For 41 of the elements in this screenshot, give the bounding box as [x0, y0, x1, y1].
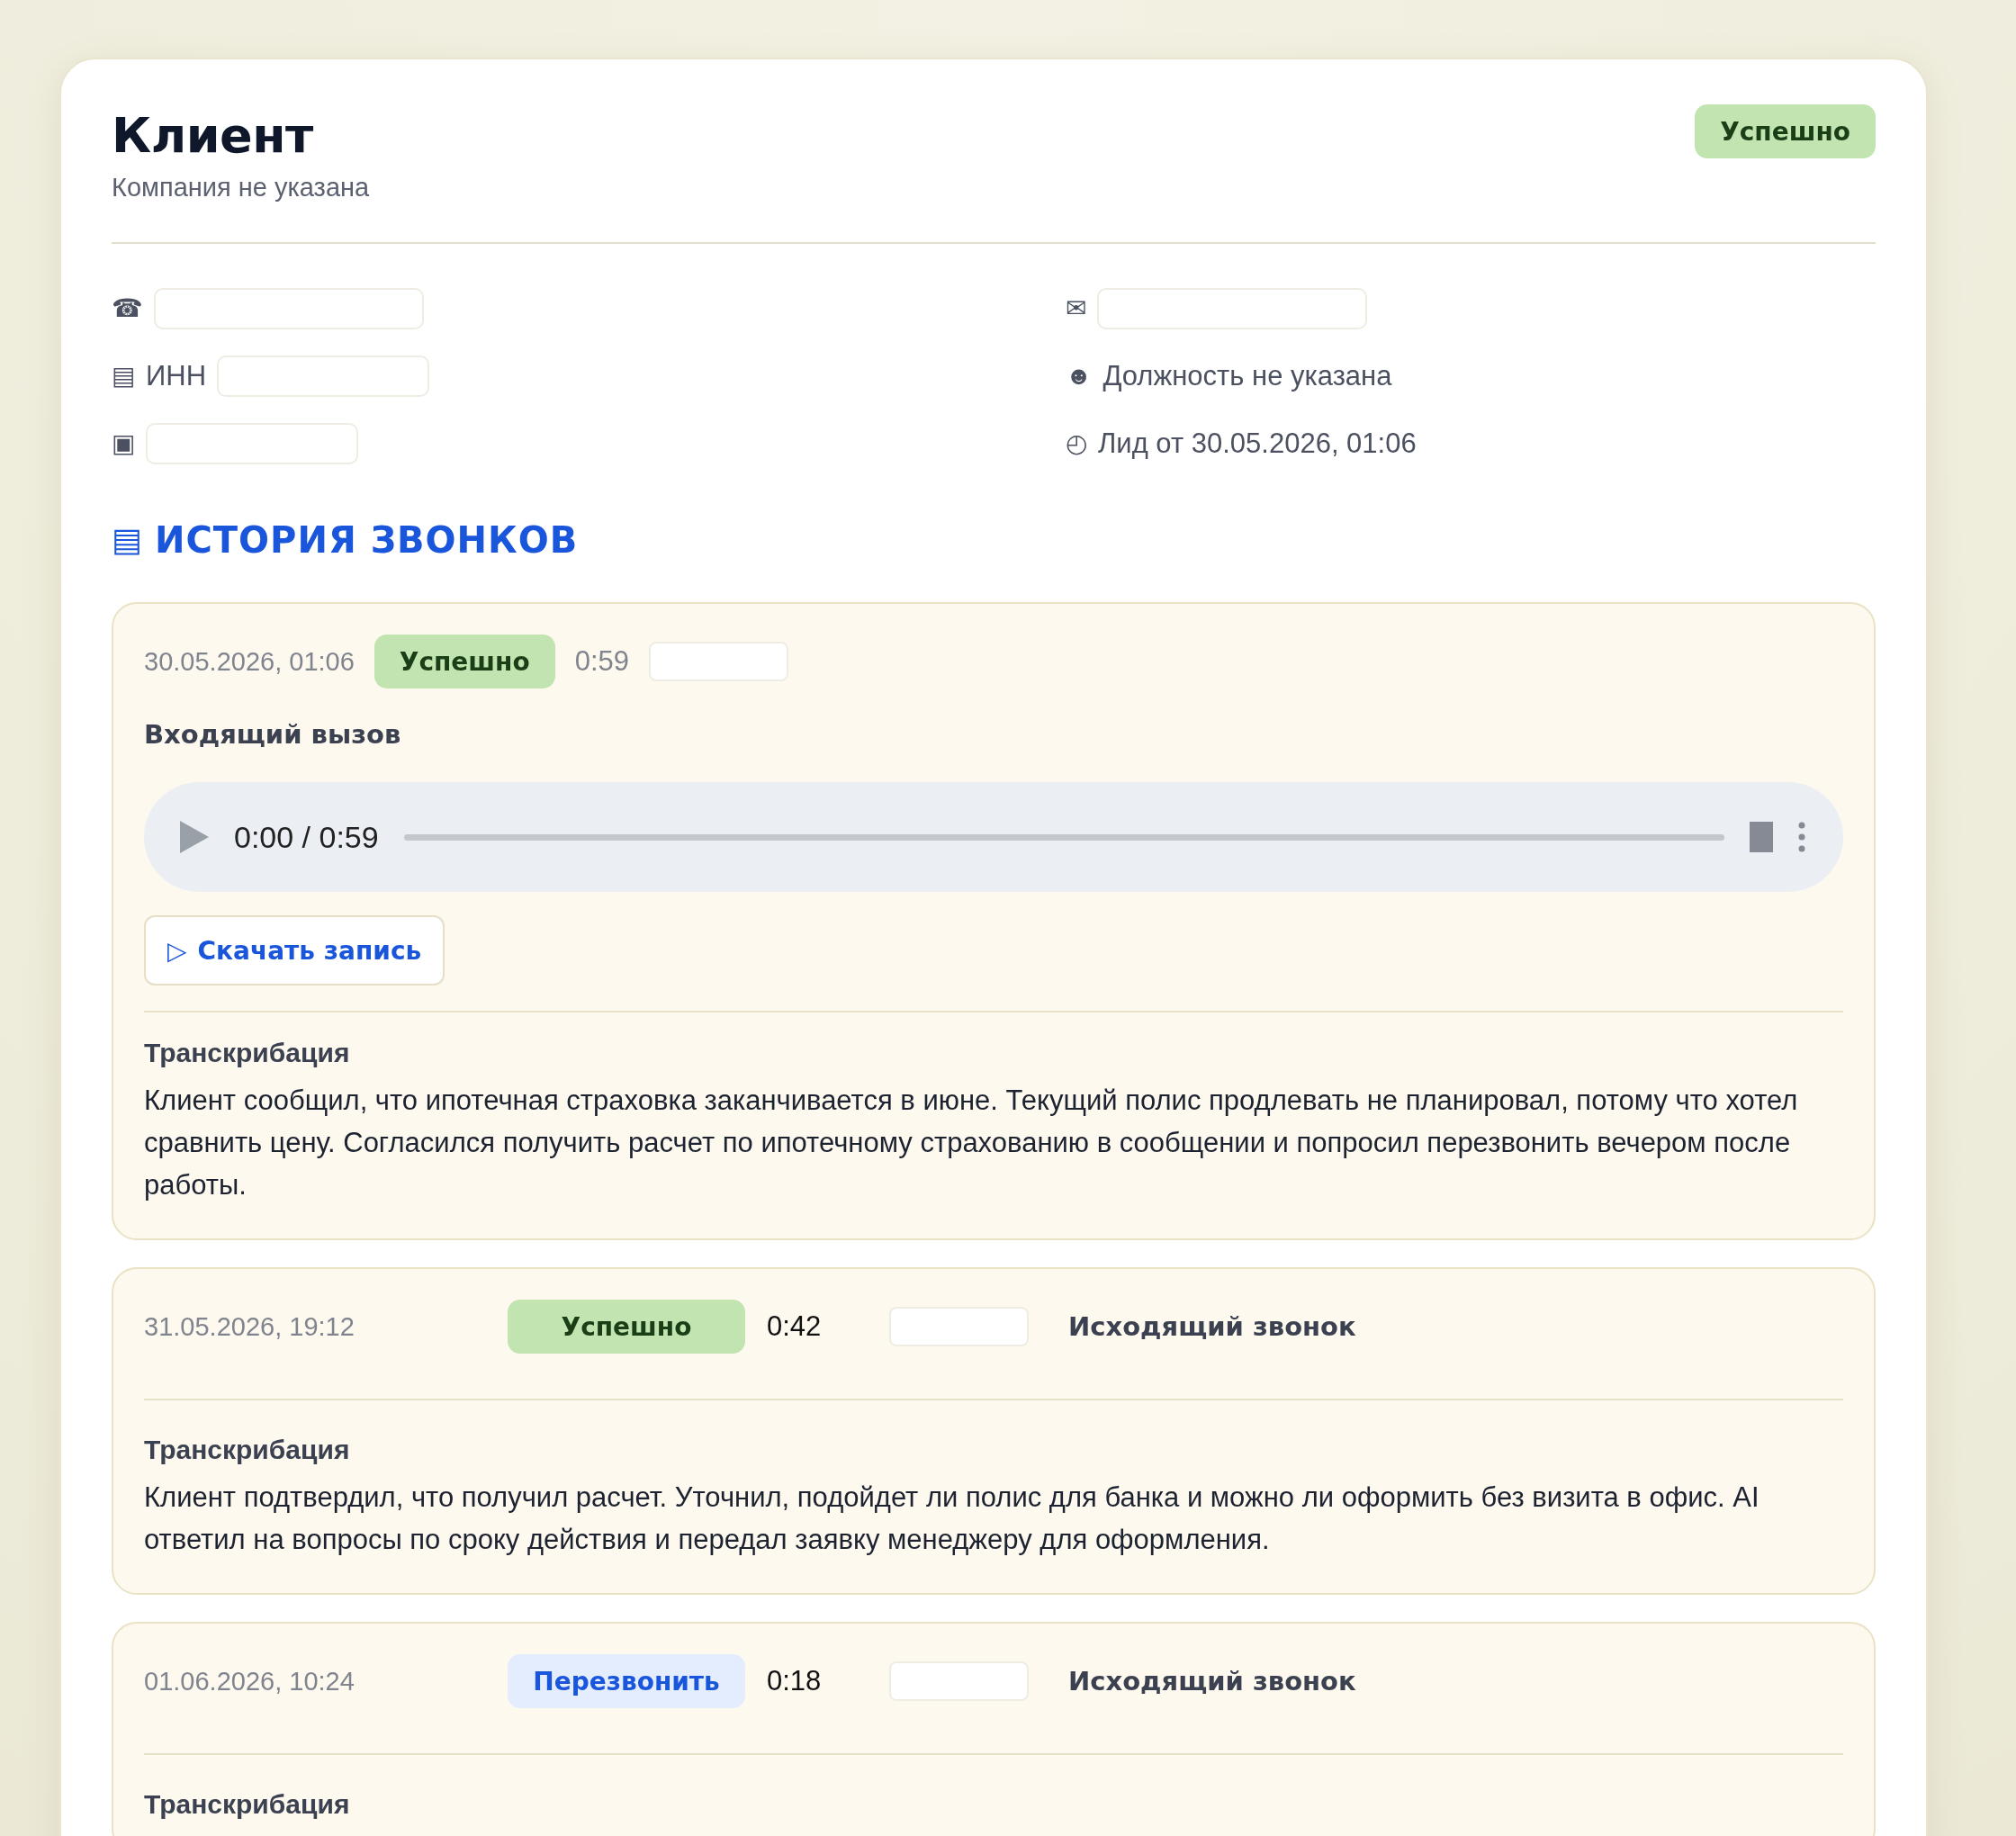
field-icon: ▣: [112, 431, 135, 457]
call-date: 31.05.2026, 19:12: [144, 1311, 356, 1342]
company-text: Компания не указана: [112, 173, 370, 203]
call-duration: 0:18: [766, 1665, 822, 1697]
call-duration: 0:59: [574, 645, 629, 679]
field-label: ИНН: [146, 360, 207, 393]
section-title: ИСТОРИЯ ЗВОНКОВ: [155, 519, 579, 562]
transcript-title: Транскрибация: [144, 1789, 351, 1821]
info-text: Лид от 30.05.2026, 01:06: [1098, 428, 1417, 461]
call-date: 30.05.2026, 01:06: [144, 646, 355, 677]
input-field[interactable]: [217, 356, 430, 398]
input-field[interactable]: [1097, 288, 1367, 330]
field-icon: ✉: [1066, 296, 1086, 322]
info-text: Должность не указана: [1102, 360, 1392, 393]
field-icon: ☻: [1066, 364, 1093, 390]
field-icon: ◴: [1066, 431, 1087, 457]
transcript-title: Транскрибация: [144, 1435, 351, 1466]
transcript-text: Клиент сообщил, что ипотечная страховка заканчивается в июне. Текущий полис продлевать не планировал, потому что хотел сравнить цену. Согласился получить расчет по ипотечному страхованию в сообщении и попросил перезвонить вечером после работы.: [144, 1084, 1799, 1203]
progress-track[interactable]: [403, 833, 1724, 841]
more-icon[interactable]: [1798, 822, 1805, 853]
play-icon[interactable]: [180, 821, 209, 854]
field-icon: ▤: [112, 364, 135, 390]
status-badge: Успешно: [1695, 104, 1876, 158]
field-icon: ☎: [112, 296, 143, 322]
call-direction: Входящий вызов: [144, 719, 402, 751]
input-field[interactable]: [154, 288, 424, 330]
transcript-title: Транскрибация: [144, 1038, 351, 1069]
call-date: 01.06.2026, 10:24: [144, 1666, 356, 1696]
playback-time: 0:00 / 0:59: [234, 819, 379, 855]
status-badge: Перезвонить: [508, 1654, 745, 1709]
transcript-text: Клиент подтвердил, что получил расчет. Уточнил, подойдет ли полис для банка и можно ли оформить без визита в офис. AI ответил на вопросы по сроку действия и передал заявку менеджеру для оформления.: [144, 1480, 1760, 1558]
call-direction: Исходящий звонок: [1068, 1311, 1357, 1343]
call-duration: 0:42: [766, 1310, 822, 1343]
input-field[interactable]: [146, 423, 358, 465]
download-button[interactable]: ▷ Скачать запись: [144, 915, 446, 986]
status-badge: Успешно: [508, 1300, 745, 1354]
client-title: Клиент: [112, 108, 314, 165]
list-icon: ▤: [112, 521, 142, 560]
audio-player[interactable]: 0:00 / 0:59: [144, 782, 1843, 893]
call-direction: Исходящий звонок: [1068, 1666, 1357, 1697]
status-badge: Успешно: [374, 634, 555, 689]
